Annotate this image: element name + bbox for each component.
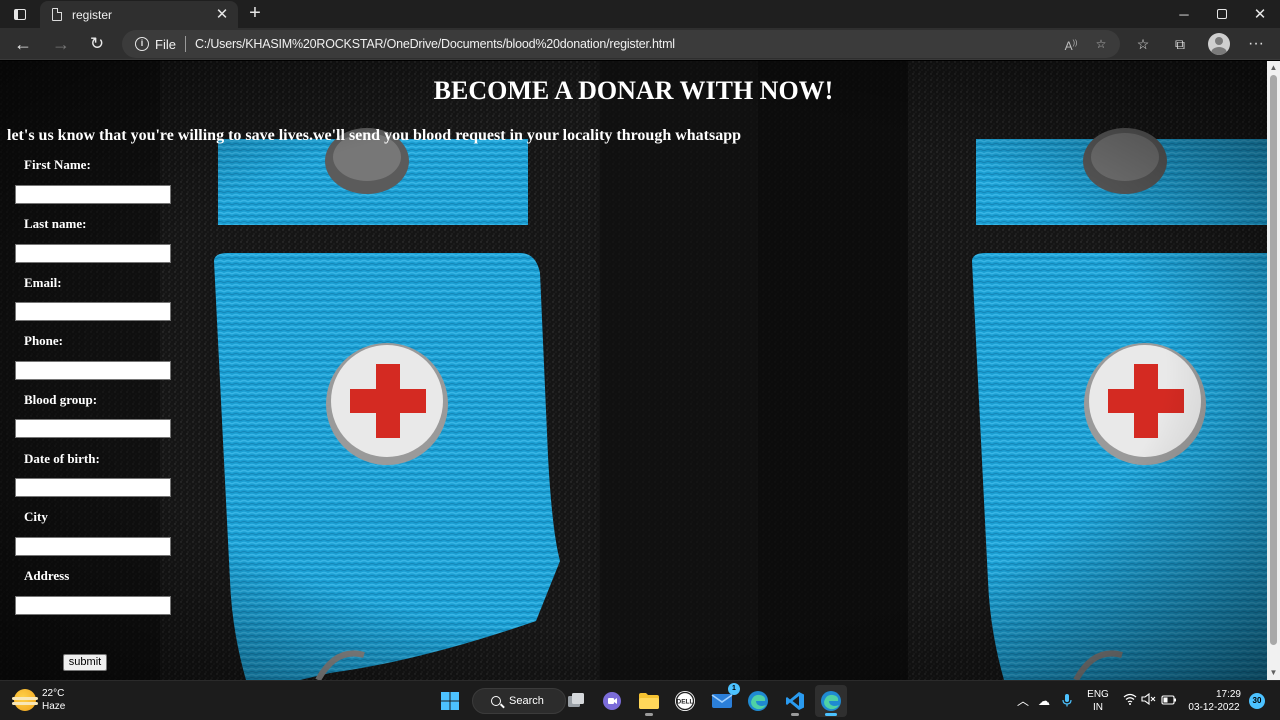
edge-icon xyxy=(748,691,768,711)
search-label: Search xyxy=(509,695,544,707)
address-field[interactable] xyxy=(15,596,171,615)
notification-center-badge[interactable]: 30 xyxy=(1249,693,1265,709)
chat-icon xyxy=(603,692,621,710)
clock-time: 17:29 xyxy=(1215,689,1241,700)
page-viewport: BECOME A DONAR WITH NOW! let's us know t… xyxy=(0,61,1267,680)
last-name-label: Last name: xyxy=(24,216,87,231)
windows-logo-icon xyxy=(441,692,459,710)
weather-widget[interactable]: 22°C Haze xyxy=(12,687,66,713)
add-favorite-icon[interactable]: ☆ xyxy=(1090,33,1112,55)
address-separator xyxy=(184,36,186,52)
battery-icon[interactable] xyxy=(1161,693,1177,709)
favorites-icon[interactable]: ☆ xyxy=(1131,32,1155,56)
start-button[interactable] xyxy=(434,685,466,717)
page-subtitle: let's us know that you're willing to sav… xyxy=(7,127,742,144)
email-field[interactable] xyxy=(15,302,171,321)
mail-icon xyxy=(711,694,733,708)
refresh-button[interactable]: ↻ xyxy=(84,31,110,57)
dell-app-button[interactable]: DELL xyxy=(669,685,701,717)
blood-group-label: Blood group: xyxy=(24,392,98,407)
windows-taskbar: 22°C Haze Search DELL 1 ︿ ☁ ENG IN 17:29… xyxy=(0,680,1280,720)
collections-icon[interactable]: ⧉ xyxy=(1168,32,1192,56)
protocol-label: File xyxy=(155,36,176,52)
mail-badge: 1 xyxy=(728,683,740,695)
first-name-field[interactable] xyxy=(15,185,171,204)
weather-haze-icon xyxy=(12,689,38,711)
svg-text:DELL: DELL xyxy=(677,699,694,706)
submit-button[interactable]: submit xyxy=(63,654,107,671)
minimize-button[interactable]: ─ xyxy=(1165,0,1203,28)
city-label: City xyxy=(24,509,48,524)
file-explorer-button[interactable] xyxy=(633,685,665,717)
app-running-indicator xyxy=(645,713,653,716)
maximize-button[interactable] xyxy=(1203,0,1241,28)
clock[interactable]: 17:29 03-12-2022 xyxy=(1183,688,1245,714)
blood-group-field[interactable] xyxy=(15,419,171,438)
edge-icon xyxy=(821,691,841,711)
wifi-icon[interactable] xyxy=(1122,693,1138,709)
scrollbar-thumb[interactable] xyxy=(1270,75,1277,645)
page-title-text: BECOME A DONAR WITH NOW! xyxy=(433,76,834,105)
taskbar-search-button[interactable]: Search xyxy=(472,688,566,714)
input-language[interactable]: ENG IN xyxy=(1085,688,1111,714)
close-window-button[interactable]: ✕ xyxy=(1241,0,1279,28)
mail-button[interactable]: 1 xyxy=(706,683,740,717)
city-field[interactable] xyxy=(15,537,171,556)
last-name-field[interactable] xyxy=(15,244,171,263)
site-info-icon[interactable]: i xyxy=(135,37,149,51)
language-code: ENG xyxy=(1087,689,1109,700)
show-hidden-icons-chevron-icon[interactable]: ︿ xyxy=(1015,693,1031,709)
task-view-icon xyxy=(568,693,584,707)
back-button[interactable]: ← xyxy=(10,31,36,57)
microphone-icon[interactable] xyxy=(1059,693,1075,709)
dell-logo-icon: DELL xyxy=(675,691,695,711)
volume-muted-icon[interactable] xyxy=(1141,692,1157,709)
address-bar[interactable]: i File C:/Users/KHASIM%20ROCKSTAR/OneDri… xyxy=(122,30,1120,58)
edge-pinned-button[interactable] xyxy=(742,685,774,717)
date-of-birth-label: Date of birth: xyxy=(24,451,100,466)
vscode-icon xyxy=(786,692,804,710)
weather-description: Haze xyxy=(42,701,66,712)
first-name-label: First Name: xyxy=(24,157,91,172)
settings-more-icon[interactable]: ··· xyxy=(1244,32,1268,56)
folder-icon xyxy=(639,693,659,709)
scroll-up-arrow-icon[interactable]: ▲ xyxy=(1267,61,1280,75)
search-icon xyxy=(491,696,501,706)
new-tab-button[interactable]: + xyxy=(244,2,266,24)
app-running-indicator xyxy=(791,713,799,716)
forward-button[interactable]: → xyxy=(48,31,74,57)
address-label: Address xyxy=(24,568,70,583)
file-page-icon xyxy=(52,8,62,21)
tab-title: register xyxy=(72,7,113,22)
close-tab-icon[interactable]: ✕ xyxy=(212,5,232,25)
browser-toolbar: ← → ↻ i File C:/Users/KHASIM%20ROCKSTAR/… xyxy=(0,28,1280,60)
tab-register[interactable]: register ✕ xyxy=(40,1,238,28)
email-label: Email: xyxy=(24,275,62,290)
clock-date: 03-12-2022 xyxy=(1188,702,1240,713)
phone-field[interactable] xyxy=(15,361,171,380)
page-title: BECOME A DONAR WITH NOW! xyxy=(0,76,1267,106)
weather-temperature: 22°C xyxy=(42,688,65,699)
profile-avatar[interactable] xyxy=(1208,33,1230,55)
language-region: IN xyxy=(1093,702,1103,713)
page-scrollbar[interactable]: ▲ ▼ xyxy=(1267,61,1280,680)
scroll-down-arrow-icon[interactable]: ▼ xyxy=(1267,666,1280,680)
app-active-indicator xyxy=(825,713,837,716)
onedrive-cloud-icon[interactable]: ☁ xyxy=(1036,693,1052,709)
tab-actions-icon[interactable] xyxy=(8,5,32,23)
task-view-button[interactable] xyxy=(560,685,592,717)
tab-bar: register ✕ + ─ ✕ xyxy=(0,0,1280,28)
date-of-birth-field[interactable] xyxy=(15,478,171,497)
phone-label: Phone: xyxy=(24,333,63,348)
url-text[interactable]: C:/Users/KHASIM%20ROCKSTAR/OneDrive/Docu… xyxy=(195,37,1060,51)
read-aloud-icon[interactable]: A)) xyxy=(1060,33,1082,55)
teams-chat-button[interactable] xyxy=(596,685,628,717)
vscode-button[interactable] xyxy=(779,685,811,717)
edge-active-button[interactable] xyxy=(815,685,847,717)
registration-page: BECOME A DONAR WITH NOW! let's us know t… xyxy=(0,61,1267,680)
